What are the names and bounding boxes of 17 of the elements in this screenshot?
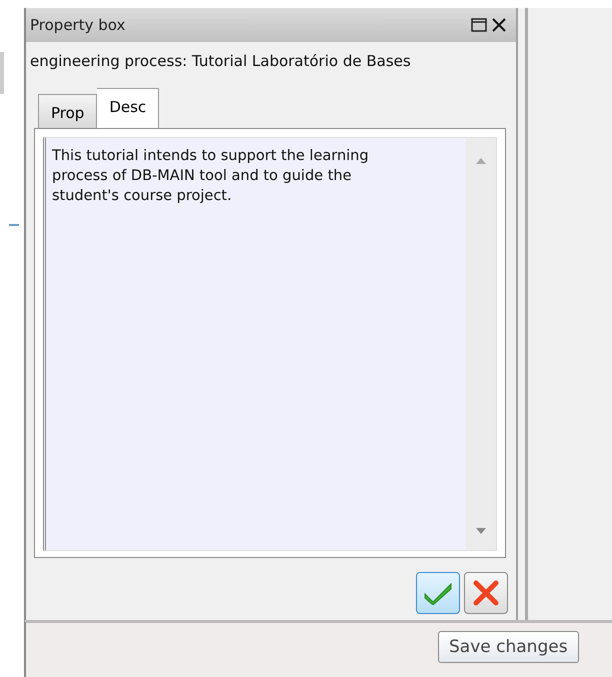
tab[interactable]: Prop bbox=[38, 94, 98, 128]
restore-icon[interactable] bbox=[470, 17, 488, 33]
scroll-down-icon[interactable] bbox=[476, 528, 486, 534]
description-field[interactable]: This tutorial intends to support the learning process of DB-MAIN tool and to guide the student's course project. bbox=[43, 137, 497, 551]
check-icon bbox=[423, 581, 453, 605]
save-button[interactable] bbox=[416, 572, 460, 614]
close-icon bbox=[473, 580, 499, 606]
process-name: engineering process: Tutorial Laboratório de Bases bbox=[29, 51, 412, 72]
tooltip: Save changes bbox=[438, 631, 579, 663]
scroll-up-icon[interactable] bbox=[476, 158, 486, 164]
description-text: This tutorial intends to support the learning process of DB-MAIN tool and to guide the student's course project. bbox=[51, 147, 370, 206]
scroll-bar[interactable] bbox=[466, 138, 496, 550]
splitter[interactable] bbox=[518, 8, 528, 620]
panel-title: Property box bbox=[30, 16, 126, 34]
tab[interactable]: Desc bbox=[97, 88, 160, 128]
close-icon[interactable] bbox=[490, 17, 508, 33]
cancel-button[interactable] bbox=[464, 572, 508, 614]
